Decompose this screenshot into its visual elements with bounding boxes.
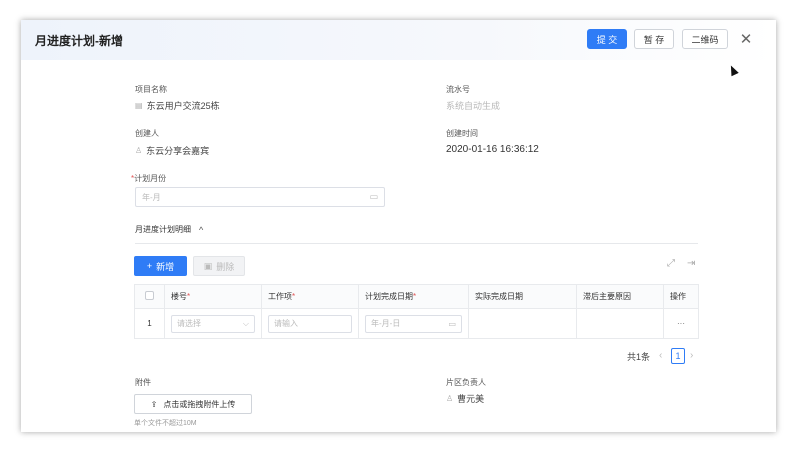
serial-placeholder: 系统自动生成 <box>446 101 501 111</box>
district-owner-value: 曹元美 <box>457 394 485 404</box>
trash-icon: ▣ <box>203 260 213 271</box>
building-select[interactable]: 请选择 ⌵ <box>171 314 255 333</box>
column-header-work-item: 工作项* <box>261 284 359 309</box>
building-cell: 请选择 ⌵ <box>164 308 262 339</box>
required-mark: * <box>187 292 191 301</box>
table-header-row: 楼号* 工作项* 计划完成日期* 实际完成日期 滞后主要原因 操作 <box>134 284 699 309</box>
plan-month-label-text: 计划月份 <box>134 174 167 183</box>
work-item-placeholder: 请输入 <box>274 319 298 328</box>
work-item-cell: 请输入 <box>261 308 359 339</box>
chevron-left-icon[interactable]: ‹ <box>659 350 662 361</box>
qrcode-button[interactable]: 二维码 <box>682 29 728 49</box>
select-all-cell <box>134 284 165 309</box>
plan-month-label: *计划月份 <box>131 173 166 184</box>
upload-hint: 单个文件不超过10M <box>134 420 197 427</box>
plan-month-placeholder: 年-月 <box>142 192 161 202</box>
chevron-right-icon[interactable]: › <box>690 350 693 361</box>
fullscreen-icon[interactable]: ⤢ <box>667 258 675 269</box>
district-owner-field: ♙ 曹元美 <box>446 392 484 405</box>
select-all-checkbox[interactable] <box>145 291 154 300</box>
required-mark: * <box>292 292 296 301</box>
plan-date-placeholder: 年-月-日 <box>371 319 401 328</box>
add-row-label: 新增 <box>156 261 175 272</box>
row-index: 1 <box>134 308 165 339</box>
required-mark: * <box>413 292 417 301</box>
page-number-button[interactable]: 1 <box>671 348 685 364</box>
building-placeholder: 请选择 <box>177 319 201 328</box>
plus-icon: + <box>146 261 153 271</box>
district-owner-label: 片区负责人 <box>446 378 486 387</box>
project-name-field: ▤ 东云用户交流25栋 <box>135 99 220 112</box>
chevron-down-icon: ⌵ <box>242 318 249 328</box>
serial-label: 流水号 <box>446 85 470 94</box>
column-header-plan-date-text: 计划完成日期 <box>365 292 413 301</box>
creator-field: ♙ 东云分享会嘉宾 <box>135 144 209 157</box>
user-icon: ♙ <box>446 394 454 403</box>
work-item-input[interactable]: 请输入 <box>268 314 352 333</box>
user-icon: ♙ <box>135 146 143 155</box>
upload-button[interactable]: ⇪ 点击或拖拽附件上传 <box>134 394 252 414</box>
calendar-icon: ▭ <box>448 319 456 328</box>
project-name-value: 东云用户交流25栋 <box>146 101 220 111</box>
creator-label: 创建人 <box>135 129 159 138</box>
plan-month-input[interactable]: 年-月 ▭ <box>135 187 385 207</box>
created-time-label: 创建时间 <box>446 129 478 138</box>
dialog-header: 月进度计划-新增 提 交 暂 存 二维码 ✕ <box>21 20 776 60</box>
submit-button[interactable]: 提 交 <box>587 29 627 49</box>
creator-value: 东云分享会嘉宾 <box>146 146 210 156</box>
save-draft-button[interactable]: 暂 存 <box>634 29 674 49</box>
building-icon: ▤ <box>135 101 143 110</box>
attachment-label: 附件 <box>135 378 151 387</box>
calendar-icon: ▭ <box>369 191 378 202</box>
column-header-building-text: 楼号 <box>171 292 187 301</box>
column-header-operation: 操作 <box>663 284 699 309</box>
actual-date-cell <box>468 308 577 339</box>
upload-label: 点击或拖拽附件上传 <box>163 399 236 409</box>
dialog-title: 月进度计划-新增 <box>35 34 123 48</box>
detail-section-title[interactable]: 月进度计划明细 ^ <box>135 224 203 235</box>
row-operation-menu[interactable]: ··· <box>663 308 699 339</box>
chevron-up-icon[interactable]: ^ <box>199 225 203 235</box>
column-header-building: 楼号* <box>164 284 262 309</box>
project-name-label: 项目名称 <box>135 85 167 94</box>
plan-date-input[interactable]: 年-月-日 ▭ <box>365 314 462 333</box>
column-settings-icon[interactable]: ⇥ <box>687 258 695 269</box>
delete-row-button[interactable]: ▣ 删除 <box>193 256 245 276</box>
upload-icon: ⇪ <box>150 399 158 409</box>
detail-section-title-text: 月进度计划明细 <box>135 225 191 234</box>
dialog: 月进度计划-新增 提 交 暂 存 二维码 ✕ 项目名称 ▤ 东云用户交流25栋 … <box>21 20 776 432</box>
column-header-work-item-text: 工作项 <box>268 292 292 301</box>
table-row: 1 请选择 ⌵ 请输入 年-月-日 ▭ ··· <box>134 308 699 339</box>
section-divider <box>135 243 698 244</box>
plan-date-cell: 年-月-日 ▭ <box>358 308 469 339</box>
add-row-button[interactable]: + 新增 <box>134 256 187 276</box>
close-icon[interactable]: ✕ <box>737 29 755 49</box>
created-time-value: 2020-01-16 16:36:12 <box>446 144 539 155</box>
delete-row-label: 删除 <box>216 261 235 272</box>
column-header-plan-date: 计划完成日期* <box>358 284 469 309</box>
column-header-actual-date: 实际完成日期 <box>468 284 577 309</box>
column-header-delay-reason: 滞后主要原因 <box>576 284 664 309</box>
mouse-cursor <box>727 63 739 77</box>
pager-total: 共1条 <box>627 352 651 362</box>
delay-reason-cell <box>576 308 664 339</box>
detail-table: 楼号* 工作项* 计划完成日期* 实际完成日期 滞后主要原因 操作 1 请选择 … <box>134 284 699 339</box>
